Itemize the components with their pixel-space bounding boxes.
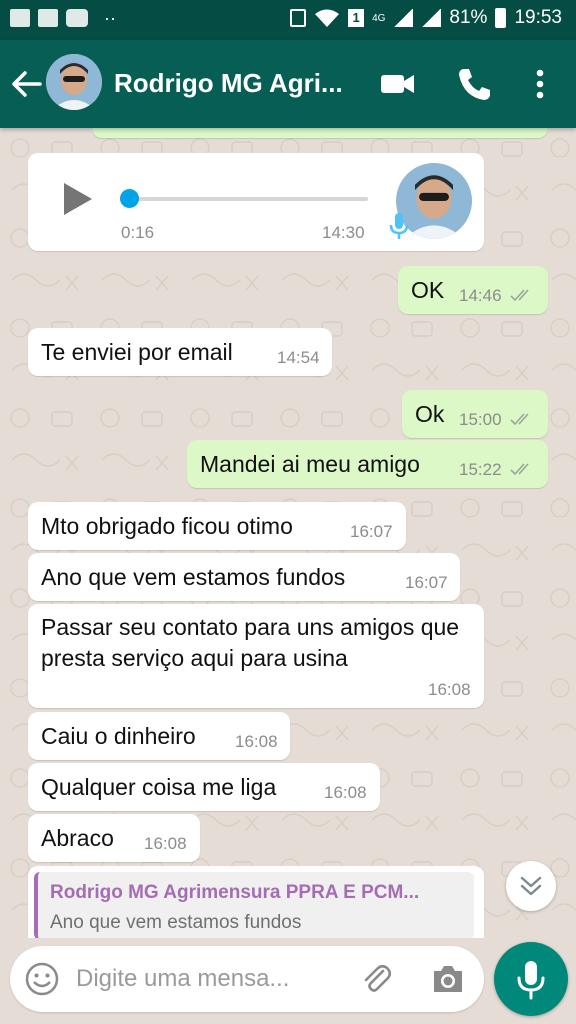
reply-message-bubble[interactable]: Rodrigo MG Agrimensura PPRA E PCM... Ano… (28, 866, 484, 938)
play-icon[interactable] (58, 179, 98, 219)
wifi-icon (315, 9, 340, 27)
message-time: 16:08 (235, 732, 278, 751)
attach-icon[interactable] (360, 962, 394, 996)
quoted-text: Ano que vem estamos fundos (50, 912, 302, 933)
message-bubble-outgoing[interactable]: Ok 15:00 (402, 390, 548, 438)
message-text: Te enviei por email (41, 339, 233, 365)
message-bubble-incoming[interactable]: Abraco 16:08 (28, 814, 200, 862)
message-text: Mto obrigado ficou otimo (41, 513, 293, 539)
sim-indicator: 1 (348, 9, 365, 27)
double-check-icon (510, 413, 529, 426)
message-time: 14:54 (277, 348, 320, 367)
back-arrow-icon[interactable] (10, 64, 44, 104)
message-time: 16:08 (144, 834, 187, 853)
status-bar: ·· 1 4G 81% 19:53 (0, 0, 576, 40)
voice-message: 0:16 14:30 (28, 153, 484, 251)
more-vert-icon[interactable] (520, 64, 560, 104)
youtube-notification-icon (66, 9, 88, 27)
data-saver-icon (290, 9, 307, 27)
avatar[interactable] (46, 54, 102, 110)
message-time: 14:46 (459, 286, 502, 305)
message-bubble-partial (92, 128, 548, 138)
message-time: 16:08 (428, 680, 471, 699)
message-time: 16:07 (405, 573, 448, 592)
quoted-author: Rodrigo MG Agrimensura PPRA E PCM... (50, 882, 420, 903)
mic-badge-icon (389, 213, 409, 239)
message-bubble-outgoing[interactable]: Mandei ai meu amigo 15:22 (187, 440, 548, 488)
more-notifications-dots: ·· (104, 8, 116, 28)
message-input[interactable] (76, 963, 346, 995)
chevron-down-icon (520, 876, 542, 896)
audio-progress-handle[interactable] (120, 189, 139, 208)
message-text: OK (411, 277, 445, 303)
message-input-bar (10, 946, 484, 1012)
video-call-icon[interactable] (378, 64, 418, 104)
message-bubble-incoming[interactable]: Passar seu contato para uns amigos que p… (28, 604, 484, 708)
network-type-label: 4G (372, 12, 386, 24)
message-text: Caiu o dinheiro (41, 723, 196, 749)
signal-icon-2 (421, 9, 442, 27)
double-check-icon (510, 463, 529, 476)
emoji-icon[interactable] (24, 961, 60, 997)
message-bubble-incoming[interactable]: Ano que vem estamos fundos 16:07 (28, 553, 460, 601)
mic-icon (517, 961, 545, 1000)
gallery-notification-icon (10, 9, 30, 27)
voice-record-button[interactable] (494, 942, 568, 1016)
audio-progress-track[interactable] (128, 197, 368, 201)
message-bubble-incoming[interactable]: Caiu o dinheiro 16:08 (28, 712, 290, 760)
message-time: 15:22 (459, 460, 502, 479)
battery-percent: 81% (449, 7, 488, 28)
contact-name[interactable]: Rodrigo MG Agri... (114, 68, 343, 99)
message-bubble-incoming[interactable]: Mto obrigado ficou otimo 16:07 (28, 502, 406, 550)
clock: 19:53 (514, 7, 562, 28)
message-text: Ano que vem estamos fundos (41, 564, 346, 590)
signal-icon (393, 9, 414, 27)
message-time: 16:07 (350, 522, 393, 541)
message-text: Abraco (41, 825, 114, 851)
message-bubble-outgoing[interactable]: OK 14:46 (398, 266, 548, 314)
message-time: 14:30 (322, 223, 365, 242)
message-time: 15:00 (459, 410, 502, 429)
message-text: Passar seu contato para uns amigos que p… (41, 614, 460, 671)
double-check-icon (510, 289, 529, 302)
linkedin-notification-icon (38, 9, 58, 27)
camera-icon[interactable] (430, 962, 466, 996)
message-bubble-incoming[interactable]: Te enviei por email 14:54 (28, 328, 332, 376)
scroll-to-bottom-button[interactable] (506, 861, 556, 911)
quoted-message[interactable]: Rodrigo MG Agrimensura PPRA E PCM... Ano… (34, 872, 474, 938)
battery-icon (495, 8, 507, 28)
audio-elapsed: 0:16 (121, 223, 155, 242)
phone-icon[interactable] (454, 64, 494, 104)
message-text: Qualquer coisa me liga (41, 774, 277, 800)
message-text: Mandei ai meu amigo (200, 451, 420, 477)
chat-header: Rodrigo MG Agri... (0, 40, 576, 128)
chat-area[interactable]: 0:16 14:30 OK 14:46 Te enviei por email … (0, 128, 576, 938)
message-time: 16:08 (324, 783, 367, 802)
message-text: Ok (415, 401, 445, 427)
message-bubble-incoming[interactable]: Qualquer coisa me liga 16:08 (28, 763, 380, 811)
